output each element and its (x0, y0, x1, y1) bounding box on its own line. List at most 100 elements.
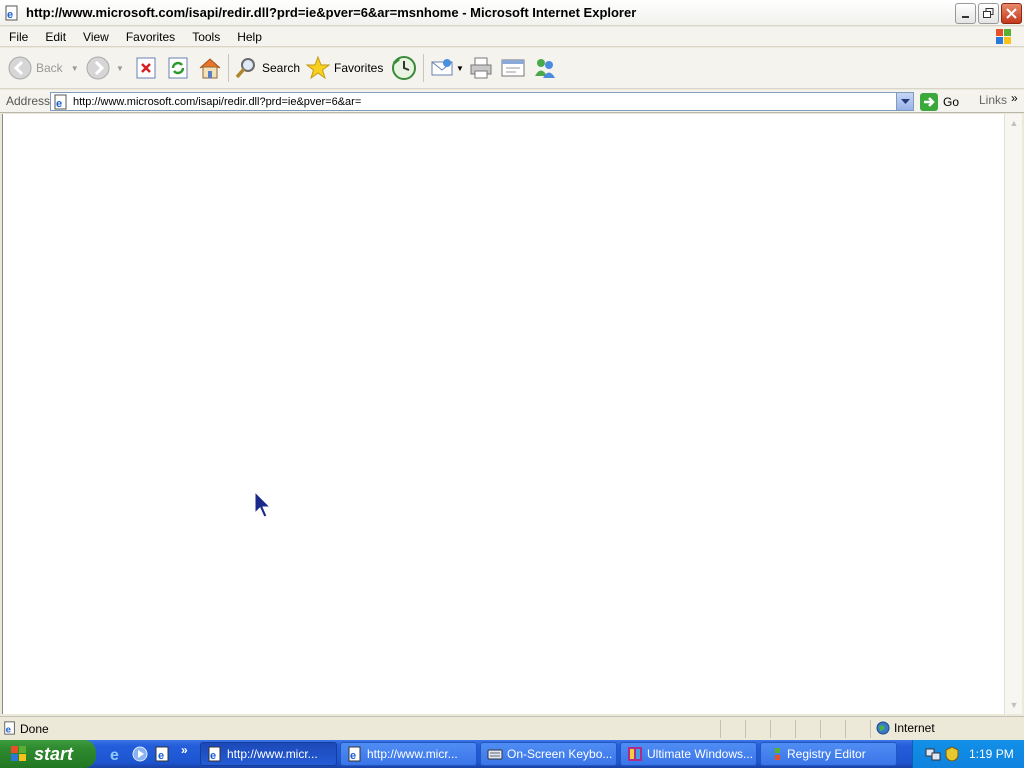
menu-edit[interactable]: Edit (36, 30, 74, 44)
links-chevron-icon[interactable]: » (1011, 91, 1018, 105)
scroll-down-icon[interactable]: ▼ (1006, 697, 1022, 713)
back-label: Back (36, 61, 63, 75)
archive-icon (628, 747, 642, 761)
mail-button[interactable]: ▼ (430, 53, 464, 83)
svg-text:e: e (110, 747, 119, 763)
svg-text:e: e (7, 9, 13, 21)
history-button[interactable] (391, 53, 417, 83)
start-button[interactable]: start (0, 740, 96, 768)
links-label[interactable]: Links (979, 93, 1007, 107)
quicklaunch-chevron-icon[interactable]: » (181, 743, 188, 757)
media-player-quicklaunch-icon[interactable] (131, 745, 149, 763)
edit-button[interactable] (500, 53, 526, 83)
scroll-up-icon[interactable]: ▲ (1006, 115, 1022, 131)
chevron-down-icon (900, 98, 910, 104)
zone-label: Internet (894, 721, 935, 735)
security-zone: Internet (876, 721, 935, 735)
ie-page-quicklaunch-icon[interactable]: e (154, 745, 172, 763)
address-url: http://www.microsoft.com/isapi/redir.dll… (73, 95, 362, 108)
home-button[interactable] (198, 53, 222, 83)
title-bar[interactable]: e http://www.microsoft.com/isapi/redir.d… (0, 0, 1024, 26)
menu-view[interactable]: View (74, 30, 117, 44)
clock[interactable]: 1:19 PM (969, 747, 1014, 761)
history-icon (392, 56, 416, 80)
address-bar: Address e http://www.microsoft.com/isapi… (0, 90, 1024, 113)
security-tray-icon[interactable] (944, 746, 960, 762)
restore-button[interactable] (978, 3, 999, 24)
windows-logo-icon (11, 746, 26, 761)
mail-icon (431, 59, 453, 76)
favorites-button[interactable]: Favorites (306, 53, 383, 83)
ie-page-icon: e (348, 746, 361, 762)
refresh-button[interactable] (167, 53, 189, 83)
messenger-button[interactable] (532, 53, 558, 83)
window-title: http://www.microsoft.com/isapi/redir.dll… (26, 5, 637, 20)
restore-icon (983, 8, 994, 18)
minimize-icon (961, 15, 969, 18)
address-dropdown-button[interactable] (896, 93, 913, 110)
taskbar-item-osk[interactable]: On-Screen Keybo... (480, 742, 617, 766)
taskbar-item-label: Registry Editor (787, 747, 866, 761)
mail-dropdown-icon[interactable]: ▼ (456, 64, 464, 73)
page-content[interactable] (2, 114, 1004, 714)
print-button[interactable] (469, 53, 493, 83)
svg-text:e: e (56, 98, 62, 110)
vertical-scrollbar[interactable]: ▲ ▼ (1004, 114, 1022, 714)
taskbar-item-label: Ultimate Windows... (647, 747, 754, 761)
stop-button[interactable] (135, 53, 157, 83)
taskbar-item-ie-1[interactable]: e http://www.micr... (200, 742, 337, 766)
search-label: Search (262, 61, 301, 75)
taskbar-item-registry-editor[interactable]: Registry Editor (760, 742, 897, 766)
taskbar: start e e » e http://www.micr... e http:… (0, 740, 1024, 768)
stop-icon (136, 57, 156, 79)
refresh-icon (168, 57, 188, 79)
system-tray: 1:19 PM (912, 740, 1024, 768)
ie-page-icon: e (208, 746, 221, 762)
address-input[interactable]: e http://www.microsoft.com/isapi/redir.d… (50, 92, 914, 111)
ie-page-icon: e (5, 5, 18, 21)
menu-help[interactable]: Help (228, 30, 270, 44)
taskbar-item-ie-2[interactable]: e http://www.micr... (340, 742, 477, 766)
go-button[interactable]: Go (920, 92, 959, 111)
status-bar: e Done Internet (0, 716, 1024, 740)
back-button[interactable]: Back ▼ (8, 53, 79, 83)
menu-tools[interactable]: Tools (183, 30, 228, 44)
search-icon (235, 58, 255, 79)
close-button[interactable] (1001, 3, 1022, 24)
ie-window: e http://www.microsoft.com/isapi/redir.d… (0, 0, 1024, 740)
ie-page-icon: e (4, 721, 15, 735)
status-pane (845, 720, 846, 738)
taskbar-item-ultimate-windows[interactable]: Ultimate Windows... (620, 742, 757, 766)
svg-text:e: e (350, 750, 356, 762)
edit-page-icon (501, 59, 525, 77)
menu-bar: File Edit View Favorites Tools Help (0, 27, 1024, 47)
svg-text:e: e (158, 750, 164, 762)
status-pane (795, 720, 796, 738)
status-pane (720, 720, 721, 738)
forward-button[interactable]: ▼ (86, 53, 124, 83)
forward-dropdown-icon[interactable]: ▼ (116, 64, 124, 73)
forward-arrow-icon (86, 56, 110, 80)
back-dropdown-icon[interactable]: ▼ (71, 64, 79, 73)
search-button[interactable]: Search (234, 53, 300, 83)
windows-flag-icon (996, 29, 1011, 44)
standard-toolbar: Back ▼ ▼ Search Favorites ▼ (0, 48, 1024, 89)
menu-favorites[interactable]: Favorites (117, 30, 183, 44)
go-label: Go (943, 94, 960, 109)
toolbar-separator (228, 54, 229, 82)
keyboard-icon (487, 749, 503, 760)
favorites-star-icon (306, 56, 330, 80)
ie-quicklaunch-icon[interactable]: e (108, 745, 126, 763)
toolbar-separator (423, 54, 424, 82)
status-pane (870, 720, 871, 738)
taskbar-item-label: On-Screen Keybo... (507, 747, 613, 761)
go-arrow-icon (920, 92, 938, 111)
favorites-label: Favorites (334, 61, 384, 75)
status-pane (770, 720, 771, 738)
minimize-button[interactable] (955, 3, 976, 24)
network-tray-icon[interactable] (925, 746, 941, 762)
svg-text:e: e (210, 750, 216, 762)
back-arrow-icon (8, 56, 32, 80)
menu-file[interactable]: File (0, 30, 36, 44)
status-pane (820, 720, 821, 738)
